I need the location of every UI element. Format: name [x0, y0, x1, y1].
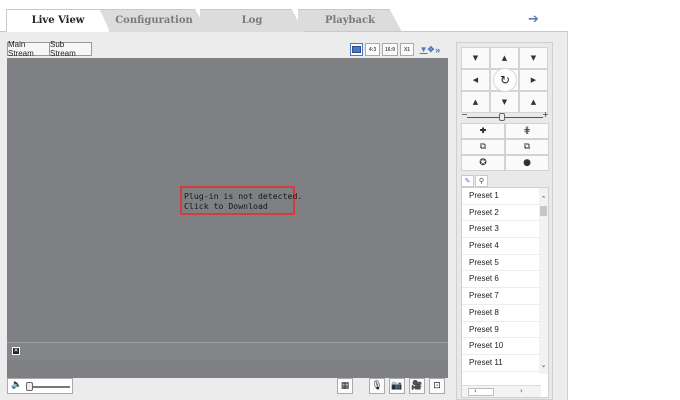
- digital-zoom-icon[interactable]: ⊡: [429, 378, 445, 394]
- tab-label: Playback: [324, 15, 376, 26]
- tab-bar: Playback Log Configuration Live View ➔: [0, 0, 680, 32]
- pan-left-button[interactable]: ◀: [461, 69, 490, 91]
- plugin-message-line2: Click to Download: [184, 201, 268, 211]
- chevron-right-icon[interactable]: ›: [520, 387, 523, 395]
- tab-label: Log: [241, 15, 263, 26]
- preset-list-panel: Preset 1 Preset 2 Preset 3 Preset 4 Pres…: [461, 187, 549, 398]
- pan-right-button[interactable]: ▶: [519, 69, 548, 91]
- speed-slider-handle[interactable]: [499, 113, 505, 121]
- plugin-message-line1: Plug-in is not detected.: [184, 191, 303, 201]
- preset-item[interactable]: Preset 11: [462, 355, 541, 372]
- preset-item[interactable]: Preset 9: [462, 322, 541, 339]
- plus-icon: +: [542, 110, 549, 119]
- microphone-icon[interactable]: 🎙: [369, 378, 385, 394]
- iris-open-icon[interactable]: ✪: [461, 155, 505, 171]
- preset-item[interactable]: Preset 1: [462, 188, 541, 205]
- tab-label: Configuration: [115, 15, 193, 26]
- tab-playback[interactable]: Playback: [298, 9, 402, 32]
- aspect-ratio-toolbar: 4:3 16:9 X1 ▼ ✥»: [350, 43, 444, 56]
- camera-icon[interactable]: 📷: [389, 378, 405, 394]
- pan-up-left-button[interactable]: ▼: [461, 47, 490, 69]
- ratio-16-9-button[interactable]: 16:9: [382, 43, 398, 56]
- move-icon: ✥: [427, 45, 435, 54]
- volume-track: [28, 386, 70, 388]
- preset-item[interactable]: Preset 4: [462, 238, 541, 255]
- chevron-down-icon[interactable]: ⌄: [539, 360, 548, 370]
- focus-near-icon[interactable]: ⧉: [461, 139, 505, 155]
- preset-item[interactable]: Preset 3: [462, 221, 541, 239]
- sub-stream-button[interactable]: Sub Stream: [50, 40, 92, 58]
- preset-horizontal-scrollbar[interactable]: ‹ ›: [462, 385, 541, 397]
- app-window: Playback Log Configuration Live View ➔ M…: [0, 0, 680, 400]
- dropdown-icon: ▼: [419, 45, 428, 54]
- chevron-up-icon[interactable]: ⌃: [539, 194, 548, 204]
- video-status-strip: ✕: [7, 342, 448, 360]
- tab-log[interactable]: Log: [200, 9, 304, 32]
- ratio-x1-button[interactable]: X1: [400, 43, 414, 56]
- zoom-out-icon[interactable]: ⋕: [505, 123, 549, 139]
- preset-item[interactable]: Preset 2: [462, 205, 541, 222]
- expand-icon: »: [435, 44, 441, 55]
- grid-layout-icon[interactable]: ▦: [337, 378, 353, 394]
- tab-live-view[interactable]: Live View: [6, 9, 110, 32]
- zoom-in-icon[interactable]: 🞧: [461, 123, 505, 139]
- video-viewport[interactable]: Plug-in is not detected. Click to Downlo…: [7, 58, 448, 378]
- patrol-tab-icon[interactable]: ⚲: [475, 175, 488, 187]
- window-icon[interactable]: [350, 43, 363, 56]
- preset-item[interactable]: Preset 8: [462, 305, 541, 322]
- preset-item[interactable]: Preset 5: [462, 255, 541, 272]
- preset-tab-icon[interactable]: ✎: [461, 175, 474, 187]
- volume-control[interactable]: 🔈: [7, 378, 73, 394]
- tab-configuration[interactable]: Configuration: [100, 9, 208, 32]
- scroll-thumb[interactable]: [468, 388, 494, 396]
- preset-item[interactable]: Preset 6: [462, 271, 541, 289]
- pan-down-button[interactable]: ▼: [490, 91, 519, 113]
- volume-slider-handle[interactable]: [26, 382, 33, 391]
- speaker-icon: 🔈: [11, 380, 23, 390]
- chevron-left-icon[interactable]: ‹: [474, 387, 477, 395]
- preset-vertical-scrollbar[interactable]: ⌃ ⌄: [539, 188, 548, 374]
- arrow-right-icon[interactable]: ➔: [528, 12, 539, 27]
- ratio-4-3-button[interactable]: 4:3: [365, 43, 380, 56]
- ptz-speed-slider[interactable]: − +: [461, 110, 549, 122]
- tab-label: Live View: [31, 15, 85, 26]
- playback-controls: 🔈 ▦ 🎙 📷 🎥 ⊡: [7, 378, 448, 398]
- pan-up-right-button[interactable]: ▼: [519, 47, 548, 69]
- preset-item[interactable]: Preset 7: [462, 288, 541, 305]
- speed-track: [467, 117, 543, 118]
- ptz-direction-pad: ▼ ▲ ▼ ◀ ▶ ▲ ▼ ▲ ↻: [461, 47, 549, 113]
- plugin-download-link[interactable]: Plug-in is not detected. Click to Downlo…: [180, 186, 303, 215]
- preset-list: Preset 1 Preset 2 Preset 3 Preset 4 Pres…: [462, 188, 541, 372]
- scroll-thumb[interactable]: [540, 206, 547, 216]
- focus-far-icon[interactable]: ⧉: [505, 139, 549, 155]
- preset-item[interactable]: Preset 10: [462, 338, 541, 355]
- stream-select-icon[interactable]: ▼ ✥»: [416, 43, 444, 56]
- main-stream-button[interactable]: Main Stream: [7, 40, 50, 58]
- iris-close-icon[interactable]: ●: [505, 155, 549, 171]
- close-icon[interactable]: ✕: [12, 347, 20, 355]
- pan-up-button[interactable]: ▲: [490, 47, 519, 69]
- record-icon[interactable]: 🎥: [409, 378, 425, 394]
- ptz-panel: ▼ ▲ ▼ ◀ ▶ ▲ ▼ ▲ ↻ − + 🞧 ⋕ ⧉ ⧉ ✪ ● ✎ ⚲ Pr…: [456, 42, 553, 400]
- auto-pan-icon[interactable]: ↻: [493, 68, 517, 92]
